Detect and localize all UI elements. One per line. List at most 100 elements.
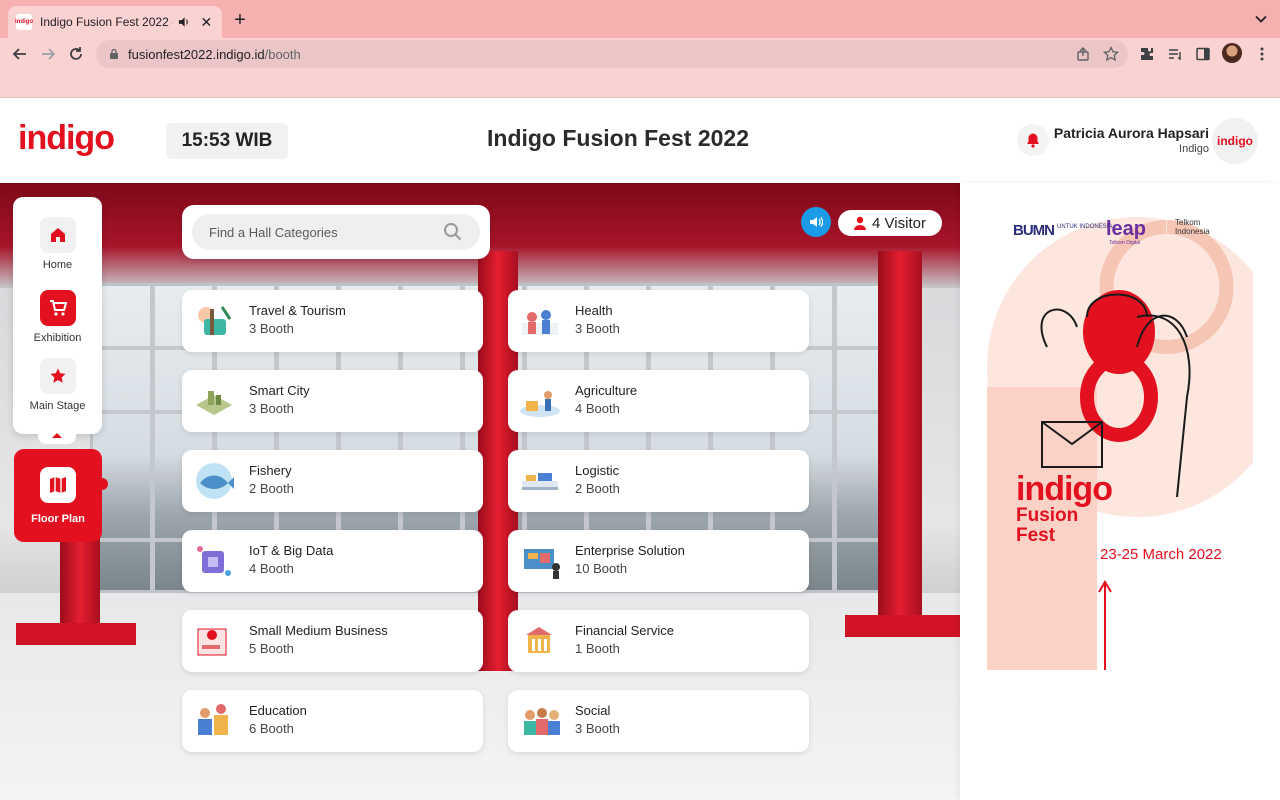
url-path: /booth xyxy=(264,46,301,62)
bookmark-star-icon[interactable] xyxy=(1103,46,1119,62)
category-booth-count: 1 Booth xyxy=(575,641,620,656)
forward-icon[interactable] xyxy=(38,44,58,64)
url-host: fusionfest2022.indigo.id xyxy=(128,46,265,62)
category-card-social[interactable]: Social 3 Booth xyxy=(508,690,809,752)
bumn-tagline: UNTUK INDONESIA xyxy=(1057,224,1113,230)
category-card-agriculture[interactable]: Agriculture 4 Booth xyxy=(508,370,809,432)
fishery-illustration-icon xyxy=(196,463,234,499)
user-name[interactable]: Patricia Aurora Hapsari xyxy=(1054,125,1209,141)
active-indicator-dot xyxy=(96,478,108,490)
bookmarks-bar xyxy=(0,70,1280,98)
browser-tabbar: indigo Indigo Fusion Fest 2022 - B ✕ + xyxy=(0,0,1280,38)
category-card-small-medium-business[interactable]: Small Medium Business 5 Booth xyxy=(182,610,483,672)
browser-tab[interactable]: indigo Indigo Fusion Fest 2022 - B ✕ xyxy=(8,6,222,38)
enterprise-illustration-icon xyxy=(524,549,560,579)
category-name: Enterprise Solution xyxy=(575,543,685,558)
category-name: Health xyxy=(575,303,613,318)
category-booth-count: 3 Booth xyxy=(249,401,294,416)
category-card-smart-city[interactable]: Smart City 3 Booth xyxy=(182,370,483,432)
telkom-logo: Telkom Indonesia xyxy=(1175,218,1210,236)
logistic-illustration-icon xyxy=(522,473,558,490)
category-name: Education xyxy=(249,703,307,718)
category-name: Agriculture xyxy=(575,383,638,398)
visitor-count-badge: 4 Visitor xyxy=(838,210,942,236)
notification-button[interactable] xyxy=(1017,124,1049,156)
kebab-menu-icon[interactable] xyxy=(1254,46,1270,62)
poster-date: 23-25 March 2022 xyxy=(1100,546,1222,563)
smart-city-illustration-icon xyxy=(196,391,232,415)
reading-list-icon[interactable] xyxy=(1167,46,1183,62)
pillar-base xyxy=(845,615,960,637)
category-card-health[interactable]: Health 3 Booth xyxy=(508,290,809,352)
cart-icon xyxy=(39,290,76,326)
clock-display: 15:53 WIB xyxy=(166,123,288,159)
category-booth-count: 2 Booth xyxy=(575,481,620,496)
star-icon xyxy=(39,358,76,394)
leap-tagline: Telkom Digital xyxy=(1109,240,1141,246)
leap-logo: leap xyxy=(1106,218,1147,240)
category-card-logistic[interactable]: Logistic 2 Booth xyxy=(508,450,809,512)
chevron-down-icon[interactable] xyxy=(1254,12,1268,26)
category-name: Logistic xyxy=(575,463,620,478)
browser-toolbar: fusionfest2022.indigo.id/booth xyxy=(0,38,1280,70)
menu-label: Main Stage xyxy=(29,400,86,412)
category-card-education[interactable]: Education 6 Booth xyxy=(182,690,483,752)
iot-illustration-icon xyxy=(197,546,231,576)
user-avatar[interactable]: indigo xyxy=(1212,118,1258,164)
category-card-financial-service[interactable]: Financial Service 1 Booth xyxy=(508,610,809,672)
indigo-logo[interactable]: indigo xyxy=(18,119,115,158)
category-booth-count: 3 Booth xyxy=(575,721,620,736)
education-illustration-icon xyxy=(198,704,228,735)
collapse-menu-button[interactable] xyxy=(38,426,76,444)
menu-item-exhibition[interactable]: Exhibition xyxy=(13,290,102,360)
menu-item-home[interactable]: Home xyxy=(13,217,102,287)
category-booth-count: 4 Booth xyxy=(575,401,620,416)
side-panel-icon[interactable] xyxy=(1195,46,1211,62)
search-icon[interactable] xyxy=(443,222,463,242)
profile-avatar[interactable] xyxy=(1222,43,1242,63)
floor-plan-label: Floor Plan xyxy=(31,513,85,525)
category-name: Fishery xyxy=(249,463,292,478)
category-name: Travel & Tourism xyxy=(249,303,346,318)
category-card-fishery[interactable]: Fishery 2 Booth xyxy=(182,450,483,512)
floor-plan-button[interactable]: Floor Plan xyxy=(14,449,102,542)
category-card-enterprise-solution[interactable]: Enterprise Solution 10 Booth xyxy=(508,530,809,592)
extensions-icon[interactable] xyxy=(1139,46,1155,62)
visitor-count: 4 Visitor xyxy=(872,214,926,232)
event-poster[interactable] xyxy=(987,197,1253,670)
share-icon[interactable] xyxy=(1075,46,1091,62)
pillar-base xyxy=(16,623,136,645)
caret-up-icon xyxy=(52,433,62,438)
new-tab-button[interactable]: + xyxy=(230,10,250,30)
category-card-travel-tourism[interactable]: Travel & Tourism 3 Booth xyxy=(182,290,483,352)
category-name: Social xyxy=(575,703,611,718)
speaker-icon[interactable] xyxy=(177,15,190,29)
back-icon[interactable] xyxy=(10,44,30,64)
volume-icon xyxy=(810,217,824,227)
reload-icon[interactable] xyxy=(66,44,86,64)
poster-artwork xyxy=(987,217,1253,670)
sound-toggle-button[interactable] xyxy=(801,207,831,237)
bumn-logo: BUMN xyxy=(1013,222,1055,239)
menu-label: Home xyxy=(42,259,73,271)
site-header: indigo 15:53 WIB Indigo Fusion Fest 2022… xyxy=(0,99,1280,183)
lock-icon xyxy=(110,48,118,59)
category-booth-count: 5 Booth xyxy=(249,641,294,656)
category-name: IoT & Big Data xyxy=(249,543,334,558)
menu-item-main-stage[interactable]: Main Stage xyxy=(13,358,102,428)
poster-line-2: Fest xyxy=(1016,525,1056,546)
tab-title: Indigo Fusion Fest 2022 - B xyxy=(40,15,174,29)
category-booth-count: 6 Booth xyxy=(249,721,294,736)
home-icon xyxy=(39,217,76,253)
search-input[interactable] xyxy=(192,214,480,250)
side-menu: Home Exhibition Main Stage xyxy=(13,197,102,434)
agriculture-illustration-icon xyxy=(520,391,560,417)
close-tab-icon[interactable]: ✕ xyxy=(199,14,214,30)
sponsor-logos: BUMN UNTUK INDONESIA leap Telkom Digital… xyxy=(1013,214,1233,246)
address-bar[interactable]: fusionfest2022.indigo.id/booth xyxy=(96,40,1128,68)
menu-label: Exhibition xyxy=(33,332,82,344)
social-illustration-icon xyxy=(524,708,560,735)
page-title: Indigo Fusion Fest 2022 xyxy=(487,125,749,151)
category-card-iot-big-data[interactable]: IoT & Big Data 4 Booth xyxy=(182,530,483,592)
financial-illustration-icon xyxy=(526,627,552,653)
